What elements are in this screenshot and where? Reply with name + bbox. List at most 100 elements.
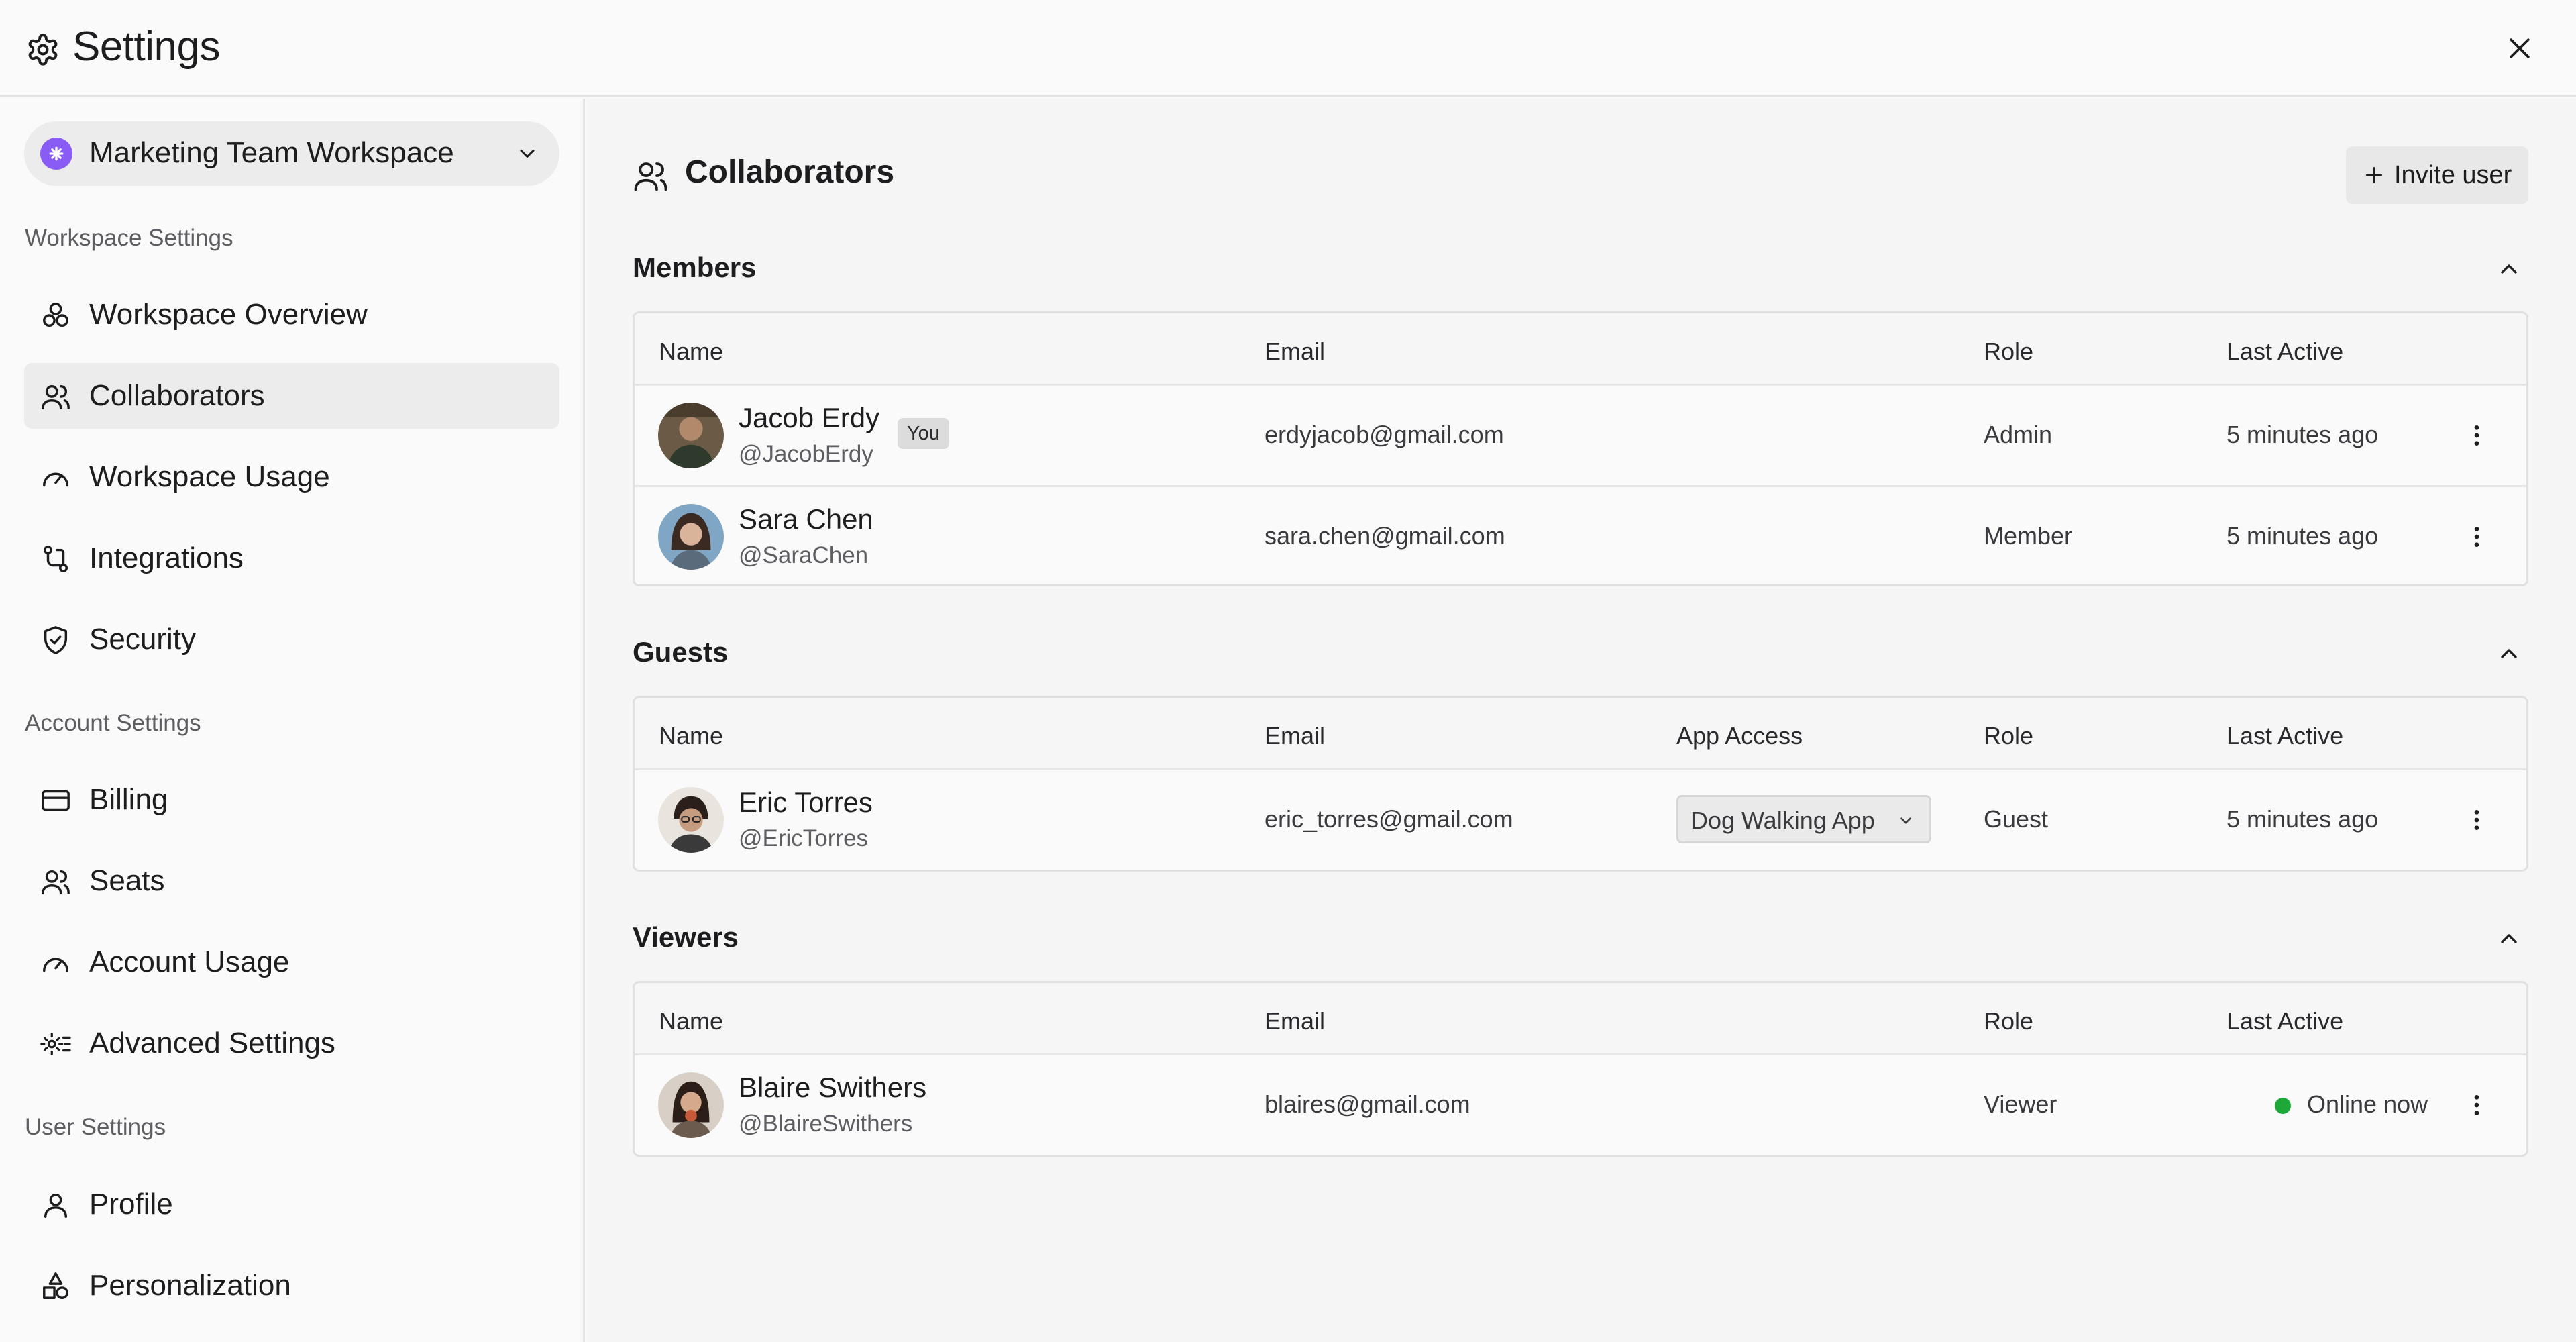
gauge-icon (43, 472, 68, 487)
column-header-last-active: Last Active (2226, 1007, 2344, 1035)
guests-table: Name Email App Access Role Last Active E… (633, 696, 2528, 872)
table-row: Blaire Swithers @BlaireSwithers blaires@… (635, 1055, 2526, 1155)
column-header-email: Email (1265, 722, 1326, 750)
main-content: Collaborators Invite user Members Name E… (587, 99, 2576, 1342)
app-access-value: Dog Walking App (1690, 807, 1875, 834)
user-email: blaires@gmail.com (1265, 1090, 1470, 1118)
user-name: Jacob Erdy (739, 402, 880, 433)
users-icon (42, 384, 70, 409)
users-icon (42, 870, 70, 894)
column-header-role: Role (1984, 722, 2034, 750)
gear-list-icon (40, 1033, 71, 1055)
user-name: Sara Chen (739, 503, 873, 535)
shapes-icon (43, 1272, 68, 1299)
sidebar-item-collaborators[interactable]: Collaborators (24, 363, 559, 429)
invite-user-label: Invite user (2394, 161, 2512, 189)
sidebar-item-workspace-overview[interactable]: Workspace Overview (24, 282, 559, 348)
app-access-select[interactable]: Dog Walking App (1676, 795, 1931, 843)
settings-header: Settings (0, 0, 2576, 97)
section-label-account-settings: Account Settings (25, 710, 201, 736)
sidebar-item-advanced-settings[interactable]: Advanced Settings (24, 1011, 559, 1076)
sidebar-item-account-usage[interactable]: Account Usage (24, 929, 559, 995)
members-title: Members (633, 252, 757, 283)
column-header-app-access: App Access (1676, 722, 1803, 750)
table-header: Name Email Role Last Active (635, 983, 2526, 1055)
table-row: Jacob Erdy @JacobErdy You erdyjacob@gmai… (635, 386, 2526, 485)
viewers-table: Name Email Role Last Active Blaire Swith… (633, 981, 2528, 1157)
table-row: Sara Chen @SaraChen sara.chen@gmail.com … (635, 485, 2526, 584)
chevron-down-icon (520, 150, 535, 158)
sidebar-item-label: Security (89, 623, 196, 656)
sidebar-item-label: Account Usage (89, 945, 290, 978)
column-header-role: Role (1984, 338, 2034, 365)
invite-user-button[interactable]: Invite user (2346, 146, 2528, 204)
sidebar-item-seats[interactable]: Seats (24, 848, 559, 914)
more-options-icon[interactable] (2465, 807, 2489, 833)
sidebar-item-label: Integrations (89, 541, 244, 574)
guests-title: Guests (633, 636, 729, 668)
gauge-icon (43, 958, 68, 972)
sidebar-item-label: Personalization (89, 1269, 291, 1302)
column-header-last-active: Last Active (2226, 338, 2344, 365)
sidebar-item-personalization[interactable]: Personalization (24, 1253, 559, 1319)
more-options-icon[interactable] (2465, 523, 2489, 550)
section-label-workspace-settings: Workspace Settings (25, 225, 233, 251)
workspace-selector[interactable]: Marketing Team Workspace (24, 121, 559, 186)
user-last-active: 5 minutes ago (2226, 421, 2379, 448)
page-title: Settings (72, 23, 221, 70)
you-badge: You (898, 418, 949, 449)
column-header-email: Email (1265, 1007, 1326, 1035)
column-header-role: Role (1984, 1007, 2034, 1035)
column-header-last-active: Last Active (2226, 722, 2344, 750)
user-role: Guest (1984, 805, 2049, 833)
workspace-name: Marketing Team Workspace (89, 136, 454, 169)
viewers-title: Viewers (633, 921, 739, 953)
avatar (658, 403, 724, 468)
sidebar-item-billing[interactable]: Billing (24, 767, 559, 833)
credit-card-icon (42, 790, 70, 811)
column-header-name: Name (659, 722, 724, 750)
user-email: sara.chen@gmail.com (1265, 522, 1505, 550)
column-header-name: Name (659, 1007, 724, 1035)
more-options-icon[interactable] (2465, 422, 2489, 449)
overview-icon (43, 303, 68, 327)
sidebar-item-label: Workspace Usage (89, 460, 330, 493)
chevron-up-icon[interactable] (2496, 256, 2522, 282)
users-icon (634, 162, 667, 191)
close-icon[interactable] (2505, 34, 2534, 63)
plus-icon (2366, 167, 2382, 183)
user-email: erdyjacob@gmail.com (1265, 421, 1504, 448)
user-last-active: Online now (2307, 1090, 2428, 1118)
sidebar-item-label: Seats (89, 864, 165, 897)
avatar (658, 1072, 724, 1138)
section-label-user-settings: User Settings (25, 1114, 166, 1140)
sidebar-item-label: Profile (89, 1188, 173, 1221)
chevron-up-icon[interactable] (2496, 640, 2522, 667)
online-status-dot (2275, 1098, 2291, 1114)
user-role: Admin (1984, 421, 2053, 448)
user-role: Member (1984, 522, 2073, 550)
user-name: Blaire Swithers (739, 1072, 927, 1103)
table-header: Name Email Role Last Active (635, 313, 2526, 386)
user-icon (44, 1193, 68, 1218)
sidebar-item-security[interactable]: Security (24, 607, 559, 672)
chevron-up-icon[interactable] (2496, 925, 2522, 952)
shield-icon (44, 626, 68, 654)
sidebar-item-profile[interactable]: Profile (24, 1172, 559, 1237)
more-options-icon[interactable] (2465, 1092, 2489, 1119)
user-handle: @BlaireSwithers (739, 1111, 913, 1137)
gear-icon (28, 34, 58, 66)
avatar (658, 504, 724, 570)
sidebar-item-workspace-usage[interactable]: Workspace Usage (24, 444, 559, 510)
column-header-name: Name (659, 338, 724, 365)
user-last-active: 5 minutes ago (2226, 805, 2379, 833)
user-handle: @EricTorres (739, 825, 869, 851)
sidebar-item-integrations[interactable]: Integrations (24, 525, 559, 591)
sidebar: Marketing Team Workspace Workspace Setti… (0, 99, 585, 1342)
chevron-down-icon (1900, 817, 1911, 824)
user-last-active: 5 minutes ago (2226, 522, 2379, 550)
user-email: eric_torres@gmail.com (1265, 805, 1513, 833)
workspace-logo-icon (40, 138, 72, 170)
user-role: Viewer (1984, 1090, 2057, 1118)
user-handle: @JacobErdy (739, 441, 873, 467)
